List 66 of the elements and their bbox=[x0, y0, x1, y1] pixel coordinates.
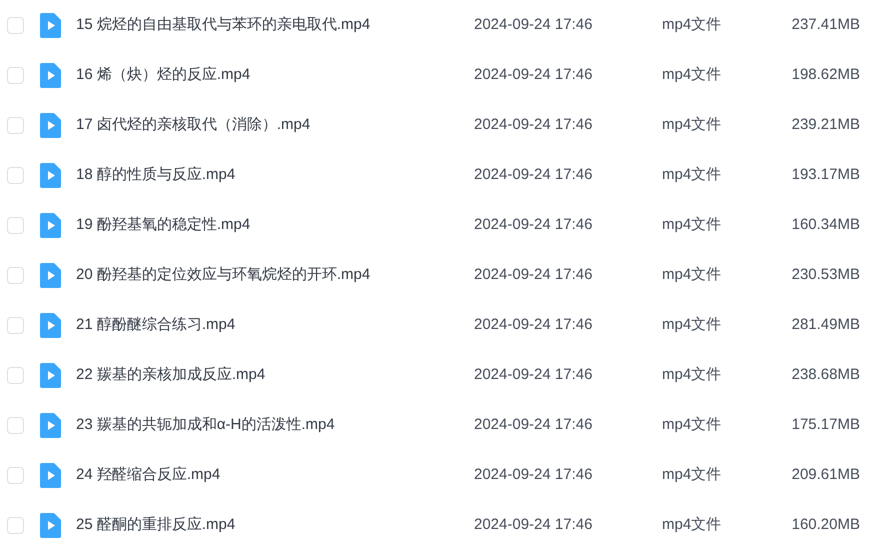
file-type: mp4文件 bbox=[662, 414, 722, 435]
modified-time: 2024-09-24 17:46 bbox=[474, 14, 594, 35]
checkbox[interactable] bbox=[7, 66, 24, 84]
video-file-icon bbox=[40, 12, 61, 38]
file-size: 175.17MB bbox=[790, 414, 860, 435]
file-size: 193.17MB bbox=[790, 164, 860, 185]
file-size: 238.68MB bbox=[790, 364, 860, 385]
file-size: 160.34MB bbox=[790, 214, 860, 235]
modified-time: 2024-09-24 17:46 bbox=[474, 464, 594, 485]
video-file-icon bbox=[40, 112, 61, 138]
checkbox[interactable] bbox=[7, 166, 24, 184]
file-name[interactable]: 20 酚羟基的定位效应与环氧烷烃的开环.mp4 bbox=[76, 264, 474, 286]
file-name[interactable]: 19 酚羟基氧的稳定性.mp4 bbox=[76, 214, 474, 236]
file-type: mp4文件 bbox=[662, 314, 722, 335]
video-file-icon bbox=[40, 262, 61, 288]
video-file-icon bbox=[40, 462, 61, 488]
file-type: mp4文件 bbox=[662, 514, 722, 535]
checkbox[interactable] bbox=[7, 416, 24, 434]
file-name[interactable]: 25 醛酮的重排反应.mp4 bbox=[76, 514, 474, 536]
video-file-icon bbox=[40, 362, 61, 388]
file-size: 230.53MB bbox=[790, 264, 860, 285]
file-size: 239.21MB bbox=[790, 114, 860, 135]
file-type: mp4文件 bbox=[662, 264, 722, 285]
file-name[interactable]: 22 羰基的亲核加成反应.mp4 bbox=[76, 364, 474, 386]
checkbox[interactable] bbox=[7, 266, 24, 284]
file-name[interactable]: 15 烷烃的自由基取代与苯环的亲电取代.mp4 bbox=[76, 14, 474, 36]
video-file-icon bbox=[40, 512, 61, 538]
file-type: mp4文件 bbox=[662, 14, 722, 35]
checkbox[interactable] bbox=[7, 216, 24, 234]
modified-time: 2024-09-24 17:46 bbox=[474, 314, 594, 335]
file-type: mp4文件 bbox=[662, 364, 722, 385]
checkbox[interactable] bbox=[7, 16, 24, 34]
file-name[interactable]: 16 烯（炔）烃的反应.mp4 bbox=[76, 64, 474, 86]
file-name[interactable]: 23 羰基的共轭加成和α-H的活泼性.mp4 bbox=[76, 414, 474, 436]
modified-time: 2024-09-24 17:46 bbox=[474, 514, 594, 535]
video-file-icon bbox=[40, 312, 61, 338]
file-name[interactable]: 21 醇酚醚综合练习.mp4 bbox=[76, 314, 474, 336]
video-file-icon bbox=[40, 412, 61, 438]
file-size: 198.62MB bbox=[790, 64, 860, 85]
modified-time: 2024-09-24 17:46 bbox=[474, 364, 594, 385]
file-type: mp4文件 bbox=[662, 64, 722, 85]
checkbox[interactable] bbox=[7, 366, 24, 384]
modified-time: 2024-09-24 17:46 bbox=[474, 264, 594, 285]
checkbox[interactable] bbox=[7, 516, 24, 534]
file-type: mp4文件 bbox=[662, 114, 722, 135]
file-size: 160.20MB bbox=[790, 514, 860, 535]
file-type: mp4文件 bbox=[662, 214, 722, 235]
file-type: mp4文件 bbox=[662, 164, 722, 185]
modified-time: 2024-09-24 17:46 bbox=[474, 414, 594, 435]
modified-time: 2024-09-24 17:46 bbox=[474, 114, 594, 135]
video-file-icon bbox=[40, 212, 61, 238]
checkbox[interactable] bbox=[7, 466, 24, 484]
video-file-icon bbox=[40, 62, 61, 88]
file-size: 209.61MB bbox=[790, 464, 860, 485]
modified-time: 2024-09-24 17:46 bbox=[474, 164, 594, 185]
file-name[interactable]: 24 羟醛缩合反应.mp4 bbox=[76, 464, 474, 486]
file-name[interactable]: 18 醇的性质与反应.mp4 bbox=[76, 164, 474, 186]
file-size: 281.49MB bbox=[790, 314, 860, 335]
checkbox[interactable] bbox=[7, 116, 24, 134]
file-name[interactable]: 17 卤代烃的亲核取代（消除）.mp4 bbox=[76, 114, 474, 136]
file-size: 237.41MB bbox=[790, 14, 860, 35]
file-type: mp4文件 bbox=[662, 464, 722, 485]
video-file-icon bbox=[40, 162, 61, 188]
checkbox[interactable] bbox=[7, 316, 24, 334]
modified-time: 2024-09-24 17:46 bbox=[474, 214, 594, 235]
modified-time: 2024-09-24 17:46 bbox=[474, 64, 594, 85]
